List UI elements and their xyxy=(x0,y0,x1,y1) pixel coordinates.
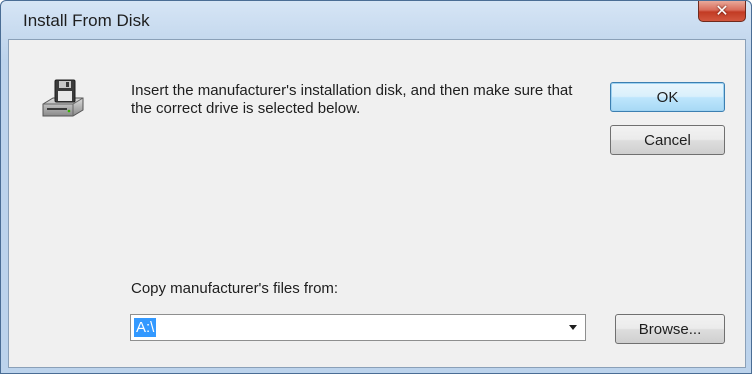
dropdown-arrow-icon[interactable] xyxy=(569,325,577,330)
copy-from-combobox[interactable]: A:\ xyxy=(130,314,586,341)
close-button[interactable]: ✕ xyxy=(698,1,746,22)
ok-button[interactable]: OK xyxy=(610,82,725,112)
window-title: Install From Disk xyxy=(23,11,150,30)
cancel-button[interactable]: Cancel xyxy=(610,125,725,155)
instruction-text: Insert the manufacturer's installation d… xyxy=(131,82,573,117)
install-from-disk-window: Install From Disk ✕ Insert the manufactu… xyxy=(0,0,752,374)
dialog-body: Insert the manufacturer's installation d… xyxy=(8,39,746,368)
copy-from-label: Copy manufacturer's files from: xyxy=(131,280,339,297)
copy-from-value[interactable]: A:\ xyxy=(134,318,157,337)
title-bar[interactable]: Install From Disk ✕ xyxy=(1,1,751,39)
browse-button[interactable]: Browse... xyxy=(615,314,725,344)
floppy-disk-drive-icon xyxy=(42,79,84,117)
close-icon: ✕ xyxy=(715,3,729,20)
